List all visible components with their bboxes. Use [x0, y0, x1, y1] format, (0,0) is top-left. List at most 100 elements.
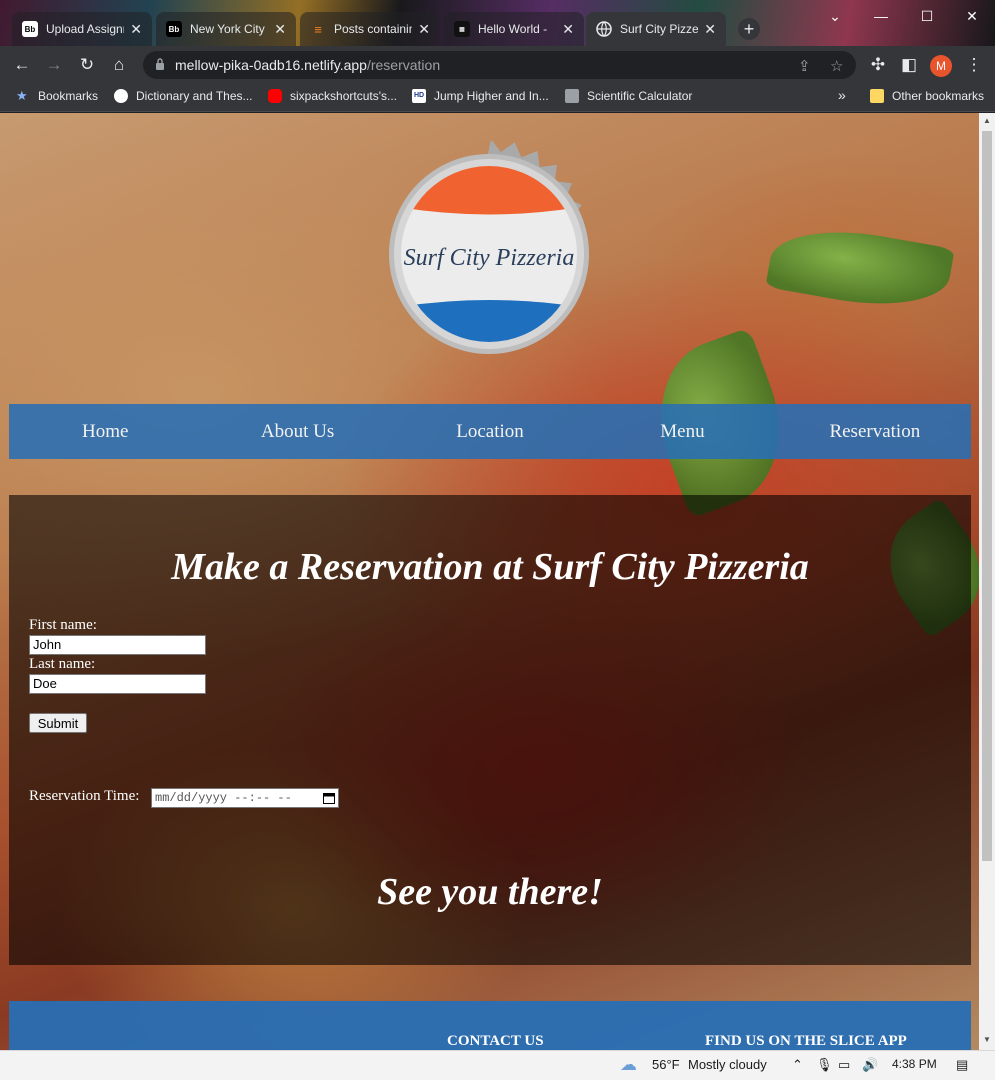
microphone-icon[interactable]: 🎙 — [816, 1057, 833, 1073]
bookmark-label: Bookmarks — [38, 89, 99, 103]
page-title: Make a Reservation at Surf City Pizzeria — [171, 546, 809, 588]
star-icon: ★ — [16, 88, 28, 103]
close-icon[interactable]: ✕ — [704, 21, 716, 38]
submit-button[interactable]: Submit — [29, 713, 87, 733]
surf-city-pizzeria-logo: Surf City Pizzeria — [389, 141, 589, 354]
bookmark-dictionary[interactable]: Dictionary and Thes... — [114, 89, 253, 103]
slice-app-heading: FIND US ON THE SLICE APP — [705, 1033, 907, 1049]
extensions-icon[interactable]: ✣ — [866, 53, 890, 77]
closing-message: See you there! — [377, 871, 603, 913]
star-icon[interactable]: ☆ — [830, 57, 843, 75]
bookmark-label: Scientific Calculator — [587, 89, 693, 103]
back-arrow-icon[interactable]: ← — [10, 53, 34, 77]
bookmark-scientific-calculator[interactable]: Scientific Calculator — [565, 89, 692, 103]
clock[interactable]: 4:38 PM — [892, 1057, 937, 1071]
network-icon[interactable]: ▭ — [838, 1057, 850, 1073]
bookmark-label: Jump Higher and In... — [434, 89, 549, 103]
home-icon[interactable]: ⌂ — [107, 53, 131, 77]
scroll-up-arrow-icon[interactable]: ▲ — [983, 116, 991, 125]
first-name-field[interactable]: John — [29, 635, 206, 655]
bookmark-sixpackshortcuts[interactable]: sixpackshortcuts's... — [268, 89, 397, 103]
folder-icon — [870, 89, 884, 103]
minimize-button[interactable]: — — [858, 0, 904, 32]
side-panel-icon[interactable]: ◧ — [897, 53, 921, 77]
bookmark-bookmarks[interactable]: ★ Bookmarks — [16, 88, 99, 104]
site-icon: HD — [412, 89, 426, 103]
bookmark-label: Dictionary and Thes... — [136, 89, 253, 103]
page-scrollbar[interactable]: ▲ ▼ — [979, 113, 995, 1050]
bookmark-jump-higher[interactable]: HD Jump Higher and In... — [412, 89, 549, 103]
tab-hello-world[interactable]: ▦ Hello World - ✕ — [444, 12, 584, 46]
tab-title: Hello World - — [478, 22, 548, 36]
basil-leaf — [765, 217, 955, 319]
scroll-thumb[interactable] — [982, 131, 992, 861]
volume-icon[interactable]: 🔊 — [862, 1057, 878, 1073]
site-icon: ▦ — [454, 21, 470, 37]
reservation-panel: Make a Reservation at Surf City Pizzeria… — [9, 495, 971, 965]
close-icon[interactable]: ✕ — [274, 21, 286, 38]
last-name-label: Last name: — [29, 656, 96, 672]
tab-search-icon[interactable]: ⌄ — [812, 0, 858, 32]
reload-icon[interactable]: ↻ — [75, 53, 99, 77]
nav-reservation[interactable]: Reservation — [779, 404, 971, 459]
youtube-icon — [268, 89, 282, 103]
close-icon[interactable]: ✕ — [130, 21, 142, 38]
contact-us-heading: CONTACT US — [447, 1033, 544, 1049]
bookmark-label: sixpackshortcuts's... — [290, 89, 397, 103]
page-viewport: Surf City Pizzeria Home About Us Locatio… — [0, 113, 979, 1050]
tab-title: New York City — [190, 22, 265, 36]
notifications-icon[interactable]: ▤ — [956, 1057, 968, 1073]
nav-about-us[interactable]: About Us — [201, 404, 393, 459]
browser-toolbar: ← → ↻ ⌂ mellow-pika-0adb16.netlify.app/r… — [0, 46, 995, 84]
share-icon[interactable]: ⇪ — [798, 57, 811, 75]
tab-surf-city-pizzeria[interactable]: Surf City Pizzeria ✕ — [586, 12, 726, 46]
globe-icon — [596, 21, 612, 37]
tab-title: Surf City Pizzeria — [620, 22, 699, 36]
calendar-icon[interactable] — [323, 792, 335, 804]
tab-upload-assignment[interactable]: Bb Upload Assignment ✕ — [12, 12, 152, 46]
nav-location[interactable]: Location — [394, 404, 586, 459]
chevron-up-icon[interactable]: ⌃ — [792, 1057, 803, 1073]
bookmark-label: Other bookmarks — [892, 89, 985, 103]
close-icon[interactable]: ✕ — [562, 21, 574, 38]
reservation-time-input[interactable]: mm/dd/yyyy --:-- -- — [151, 788, 339, 808]
address-host: mellow-pika-0adb16.netlify.app — [175, 57, 367, 73]
reservation-time-label: Reservation Time: — [29, 788, 140, 804]
other-bookmarks[interactable]: Other bookmarks — [870, 89, 984, 103]
cloud-icon: ☁ — [620, 1055, 637, 1074]
blackboard-icon: Bb — [166, 21, 182, 37]
logo-text: Surf City Pizzeria — [404, 245, 575, 271]
close-icon[interactable]: ✕ — [418, 21, 430, 38]
weather-desc[interactable]: Mostly cloudy — [688, 1057, 767, 1072]
windows-taskbar: ☁ 56°F Mostly cloudy ⌃ 🎙 ▭ 🔊 4:38 PM ▤ — [0, 1050, 995, 1080]
site-nav: Home About Us Location Menu Reservation — [9, 404, 971, 459]
profile-avatar[interactable]: M — [930, 55, 952, 77]
last-name-field[interactable]: Doe — [29, 674, 206, 694]
close-window-button[interactable]: ✕ — [949, 0, 995, 32]
menu-icon[interactable]: ⋮ — [962, 53, 986, 77]
reservation-time-placeholder: mm/dd/yyyy --:-- -- — [155, 791, 292, 805]
stack-overflow-icon: ≡ — [314, 21, 322, 37]
calculator-icon — [565, 89, 579, 103]
address-bar[interactable]: mellow-pika-0adb16.netlify.app/reservati… — [143, 51, 856, 79]
forward-arrow-icon[interactable]: → — [42, 53, 66, 77]
scroll-down-arrow-icon[interactable]: ▼ — [983, 1035, 991, 1044]
bookmarks-overflow[interactable]: » — [838, 87, 846, 103]
first-name-label: First name: — [29, 617, 97, 633]
tab-title: Posts containing — [334, 22, 413, 36]
merriam-webster-icon — [114, 89, 128, 103]
new-tab-button[interactable]: + — [738, 18, 760, 40]
tab-title: Upload Assignment — [46, 22, 124, 36]
tab-posts-containing[interactable]: ≡ Posts containing ✕ — [300, 12, 440, 46]
blackboard-icon: Bb — [22, 21, 38, 37]
tab-strip: Bb Upload Assignment ✕ Bb New York City … — [0, 0, 995, 46]
bookmarks-bar: ★ Bookmarks Dictionary and Thes... sixpa… — [0, 84, 995, 112]
nav-menu[interactable]: Menu — [586, 404, 778, 459]
address-path: /reservation — [366, 57, 441, 73]
weather-temp[interactable]: 56°F — [652, 1057, 680, 1072]
nav-home[interactable]: Home — [9, 404, 201, 459]
tab-new-york-city[interactable]: Bb New York City ✕ — [156, 12, 296, 46]
site-footer: CONTACT US FIND US ON THE SLICE APP — [9, 1001, 971, 1050]
maximize-button[interactable]: ☐ — [904, 0, 950, 32]
lock-icon — [156, 58, 164, 70]
